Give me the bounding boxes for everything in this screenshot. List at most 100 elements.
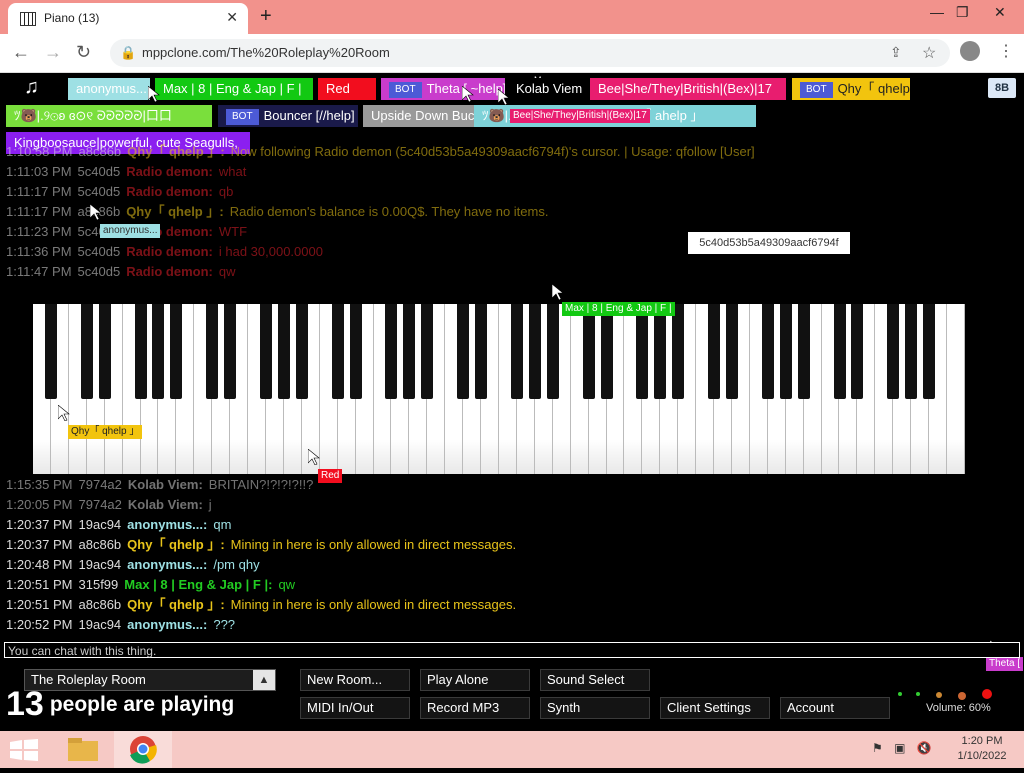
black-key[interactable]	[475, 304, 488, 399]
black-key[interactable]	[672, 304, 685, 399]
profile-avatar-icon[interactable]	[960, 41, 980, 61]
share-icon[interactable]: ⇪	[890, 44, 902, 61]
black-key[interactable]	[260, 304, 272, 399]
black-key[interactable]	[923, 304, 936, 399]
black-key[interactable]	[134, 304, 147, 399]
black-key[interactable]	[546, 304, 559, 399]
participant-tag[interactable]: Red	[318, 78, 376, 100]
chat-user-id: 5c40d5	[77, 244, 121, 259]
black-key[interactable]	[152, 304, 165, 399]
black-key[interactable]	[905, 304, 918, 399]
browser-menu-icon[interactable]: ⋮	[998, 41, 1014, 61]
windows-start-icon[interactable]	[10, 739, 38, 761]
black-key[interactable]	[295, 304, 308, 399]
participant-tag[interactable]: BOT Qhy「 qhelp 」	[792, 78, 910, 100]
maximize-icon[interactable]: ❐	[956, 4, 969, 21]
black-key[interactable]	[98, 304, 111, 399]
chat-text: Now following Radio demon (5c40d53b5a493…	[230, 144, 755, 159]
reload-icon[interactable]: ↻	[76, 42, 91, 63]
back-arrow-icon[interactable]: ←	[12, 42, 30, 63]
speaker-muted-icon[interactable]: 🔇	[917, 741, 932, 755]
black-key[interactable]	[528, 304, 541, 399]
chat-text: j	[208, 497, 212, 512]
black-key[interactable]	[170, 304, 183, 399]
chat-text: qm	[213, 517, 232, 532]
black-key[interactable]	[510, 304, 523, 399]
chat-message: 1:20:05 PM 7974a2 Kolab Viem: j	[6, 495, 516, 515]
chat-input[interactable]: You can chat with this thing.	[4, 642, 1020, 658]
chat-user-name: Radio demon:	[126, 244, 213, 259]
record-mp3-button[interactable]: Record MP3	[420, 697, 530, 719]
participant-tag[interactable]: BOT Bouncer [//help]	[218, 105, 358, 127]
black-key[interactable]	[726, 304, 738, 399]
client-settings-button[interactable]: Client Settings	[660, 697, 770, 719]
participant-count-button[interactable]: 8B	[988, 78, 1016, 98]
black-key[interactable]	[44, 304, 57, 399]
black-key[interactable]	[277, 304, 290, 399]
black-key[interactable]	[851, 304, 864, 399]
browser-tab[interactable]: Piano (13) ✕	[8, 3, 248, 34]
chat-timestamp: 1:20:37 PM	[6, 517, 73, 532]
window-close-icon[interactable]: ✕	[994, 4, 1006, 21]
participant-tag[interactable]: anonymus...	[68, 78, 150, 100]
black-key[interactable]	[224, 304, 237, 399]
participant-name: Bee|She/They|British|(Bex)|17	[598, 81, 772, 96]
chat-user-name: Qhy「 qhelp 」:	[127, 597, 225, 612]
new-room-button[interactable]: New Room...	[300, 669, 410, 691]
new-tab-icon[interactable]: +	[260, 5, 272, 28]
black-key[interactable]	[403, 304, 416, 399]
play-alone-button[interactable]: Play Alone	[420, 669, 530, 691]
piano-keyboard[interactable]	[33, 304, 965, 474]
black-key[interactable]	[779, 304, 792, 399]
black-key[interactable]	[797, 304, 810, 399]
black-key[interactable]	[708, 304, 721, 399]
chat-text: qw	[278, 577, 296, 592]
black-key[interactable]	[600, 304, 613, 399]
volume-label[interactable]: Volume: 60%	[926, 702, 991, 714]
chat-user-id: 19ac94	[78, 617, 122, 632]
chat-timestamp: 1:11:03 PM	[6, 164, 72, 179]
participant-tag[interactable]: Kolab Viem	[508, 78, 586, 100]
room-dropdown-arrow-icon[interactable]: ▲	[253, 670, 275, 690]
file-explorer-icon[interactable]	[56, 731, 112, 768]
black-key[interactable]	[421, 304, 434, 399]
black-key[interactable]	[887, 304, 900, 399]
participant-tag[interactable]: Max | 8 | Eng & Jap | F |	[155, 78, 313, 100]
participant-name: Max | 8 | Eng & Jap | F |	[163, 81, 302, 96]
network-icon[interactable]: ▣	[894, 741, 905, 755]
cursor-arrow-icon	[552, 284, 564, 300]
black-key[interactable]	[80, 304, 93, 399]
black-key[interactable]	[385, 304, 398, 399]
black-key[interactable]	[654, 304, 667, 399]
black-key[interactable]	[761, 304, 774, 399]
black-key[interactable]	[582, 304, 595, 399]
address-bar[interactable]: 🔒 mppclone.com/The%20Roleplay%20Room ⇪ ☆	[110, 39, 950, 67]
minimize-icon[interactable]: —	[930, 4, 944, 20]
chrome-taskbar-icon[interactable]	[114, 731, 172, 768]
participant-tag[interactable]: BOT Theta [ ~help]	[381, 78, 505, 100]
black-key[interactable]	[331, 304, 344, 399]
participant-tag[interactable]: Bee|She/They|British|(Bex)|17	[590, 78, 786, 100]
address-url: mppclone.com/The%20Roleplay%20Room	[142, 45, 390, 60]
forward-arrow-icon[interactable]: →	[44, 42, 62, 63]
cursor-name-label: Qhy「 qhelp 」	[68, 425, 143, 439]
black-key[interactable]	[636, 304, 649, 399]
black-key[interactable]	[206, 304, 219, 399]
bookmark-star-icon[interactable]: ☆	[922, 43, 936, 63]
tab-close-icon[interactable]: ✕	[226, 9, 238, 26]
site-logo-icon: ♫	[24, 76, 39, 98]
participant-tag[interactable]: ﾂ🐻|.୨⊙ʚ ɞ⊙୧ ᘒᘒᘒᘒᘒ|口口	[6, 105, 212, 127]
black-key[interactable]	[349, 304, 362, 399]
synth-button[interactable]: Synth	[540, 697, 650, 719]
account-button[interactable]: Account	[780, 697, 890, 719]
black-key[interactable]	[833, 304, 846, 399]
flag-icon[interactable]: ⚑	[872, 741, 883, 755]
sound-select-button[interactable]: Sound Select	[540, 669, 650, 691]
player-count-label: people are playing	[49, 693, 235, 716]
black-key[interactable]	[457, 304, 470, 399]
chat-message: 1:20:37 PM a8c86b Qhy「 qhelp 」: Mining in h…	[6, 535, 516, 555]
taskbar-clock[interactable]: 1:20 PM 1/10/2022	[948, 734, 1016, 764]
participant-tag[interactable]: Upside Down Buc	[363, 105, 479, 127]
midi-button[interactable]: MIDI In/Out	[300, 697, 410, 719]
clock-time: 1:20 PM	[961, 735, 1003, 747]
